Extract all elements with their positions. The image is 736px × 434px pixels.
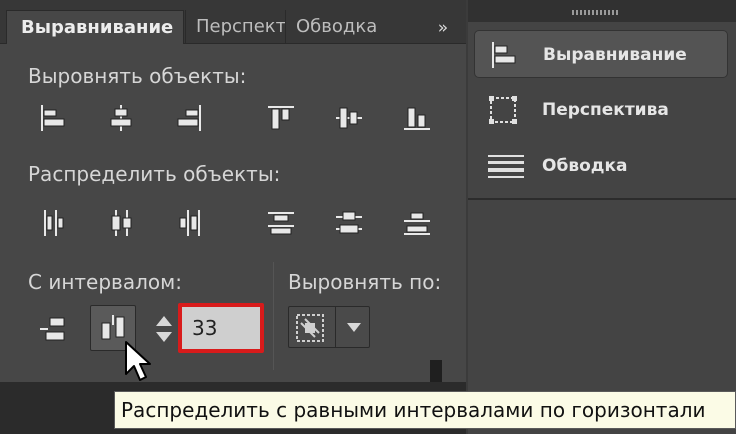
grip-dots-icon	[572, 10, 632, 16]
align-left-button[interactable]	[38, 103, 68, 133]
distribute-left-icon	[38, 208, 68, 238]
dock-item-stroke[interactable]: Обводка	[474, 142, 728, 190]
spacing-input-highlight	[178, 303, 264, 353]
distribute-horizontal-center-icon	[106, 208, 136, 238]
dock-item-perspective[interactable]: Перспектива	[474, 86, 728, 134]
tab-stroke[interactable]: Обводка	[285, 10, 393, 44]
distribute-right-icon	[174, 208, 204, 238]
align-left-edge-icon	[38, 103, 68, 133]
collapse-panel-button[interactable]: »	[430, 16, 456, 40]
chevron-down-icon	[345, 319, 363, 335]
align-panel: Выравнивание Перспектива Обводка » Выров…	[0, 0, 466, 434]
distribute-horizontal-center-button[interactable]	[106, 208, 136, 238]
align-vertical-center-button[interactable]	[334, 103, 364, 133]
dock-item-align-label: Выравнивание	[543, 45, 687, 65]
vertical-spacing-icon	[38, 314, 68, 344]
section-divider	[273, 262, 274, 370]
panel-dock: Выравнивание Перспектива Обводка	[468, 0, 736, 434]
distribute-vertical-center-button[interactable]	[334, 208, 364, 238]
dropdown-separator	[335, 307, 336, 347]
align-bottom-button[interactable]	[402, 103, 432, 133]
align-to-dropdown[interactable]	[288, 306, 370, 348]
mouse-pointer-icon	[124, 340, 152, 382]
horizontal-spacing-icon	[98, 313, 128, 343]
distribute-objects-label: Распределить объекты:	[28, 162, 281, 186]
align-right-button[interactable]	[174, 103, 204, 133]
align-horizontal-center-button[interactable]	[106, 103, 136, 133]
distribute-bottom-icon	[402, 208, 432, 238]
distribute-top-button[interactable]	[266, 208, 296, 238]
dock-item-perspective-label: Перспектива	[542, 100, 669, 120]
dock-header[interactable]	[468, 0, 736, 22]
distribute-vertical-center-icon	[334, 208, 364, 238]
tab-bar: Выравнивание Перспектива Обводка »	[0, 0, 466, 44]
dock-separator	[468, 198, 736, 200]
align-vertical-center-icon	[334, 103, 364, 133]
align-panel-icon	[489, 40, 519, 70]
distribute-bottom-button[interactable]	[402, 208, 432, 238]
align-to-label: Выровнять по:	[288, 270, 442, 294]
align-top-button[interactable]	[266, 103, 296, 133]
align-horizontal-center-icon	[106, 103, 136, 133]
stroke-lines-icon	[488, 151, 524, 181]
distribute-left-button[interactable]	[38, 208, 68, 238]
align-to-key-object-icon	[295, 313, 325, 343]
tooltip: Распределить с равными интервалами по го…	[114, 391, 736, 429]
perspective-grid-icon	[488, 95, 518, 125]
tab-align[interactable]: Выравнивание	[6, 10, 184, 44]
align-bottom-edge-icon	[402, 103, 432, 133]
align-right-edge-icon	[174, 103, 204, 133]
align-objects-label: Выровнять объекты:	[28, 64, 247, 88]
align-top-edge-icon	[266, 103, 296, 133]
distribute-vertical-spacing-button[interactable]	[38, 314, 68, 344]
dock-item-stroke-label: Обводка	[542, 156, 628, 176]
distribute-top-icon	[266, 208, 296, 238]
spacing-stepper[interactable]	[150, 312, 178, 346]
spacing-label: С интервалом:	[28, 270, 182, 294]
dock-item-align[interactable]: Выравнивание	[474, 30, 728, 78]
stepper-arrows-icon	[150, 312, 178, 346]
distribute-right-button[interactable]	[174, 208, 204, 238]
tab-perspective[interactable]: Перспектива	[185, 10, 285, 44]
spacing-value-input[interactable]	[182, 307, 260, 349]
